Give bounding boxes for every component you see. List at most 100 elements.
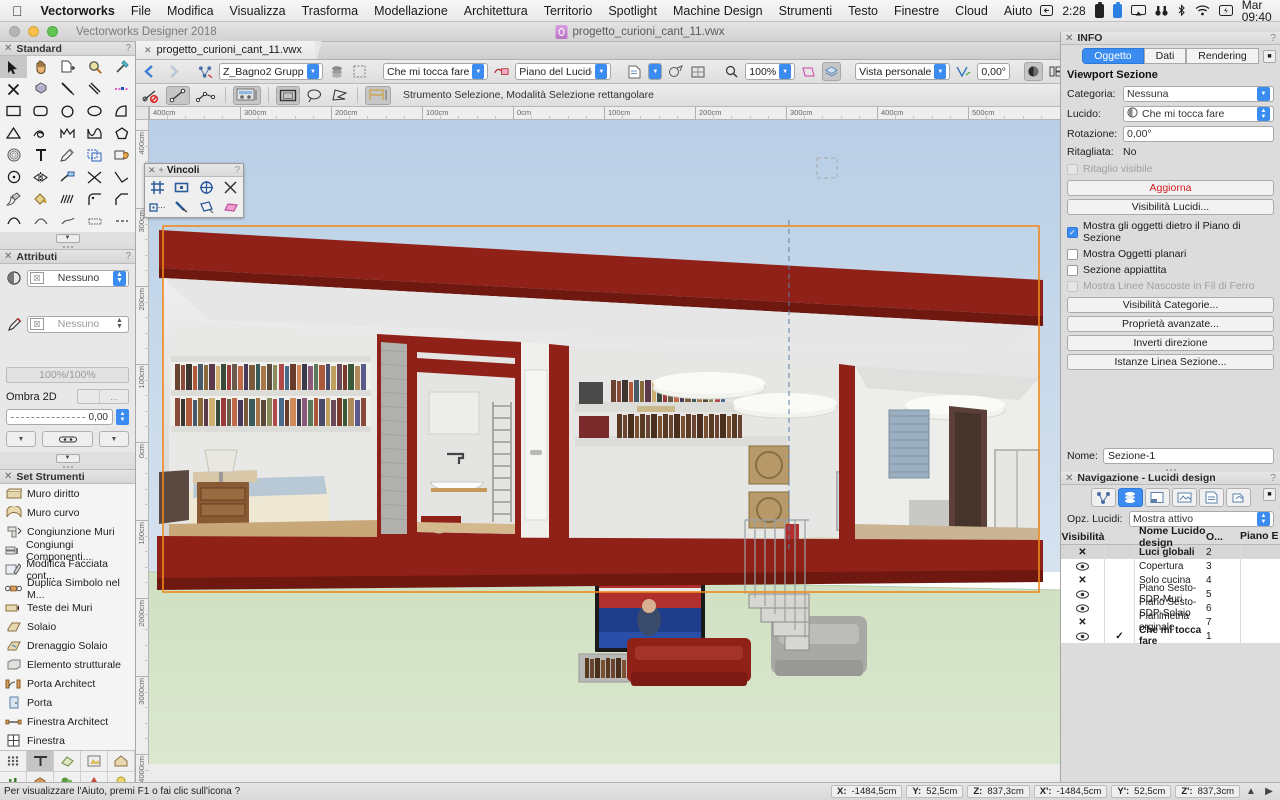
cross-dim-icon[interactable] (81, 166, 108, 188)
col-piano[interactable]: Piano E (1240, 530, 1280, 544)
maximize-window-button[interactable] (47, 26, 58, 37)
references-icon[interactable] (1225, 488, 1251, 507)
fit-page-icon[interactable] (689, 62, 708, 81)
sezione-appiattita-checkbox[interactable] (1067, 264, 1078, 276)
col-ordine[interactable]: O... (1206, 531, 1240, 543)
delete-x-icon[interactable] (0, 78, 27, 100)
radius-icon[interactable] (0, 166, 27, 188)
help-icon[interactable]: ? (234, 165, 240, 176)
sheet-layers-icon[interactable] (1144, 488, 1170, 507)
mostra-linee-nascoste-checkbox[interactable] (1067, 280, 1078, 292)
render-tools-icon[interactable] (81, 751, 108, 772)
chevron-updown-icon[interactable]: ▲ ▼ (1257, 512, 1270, 526)
site-tools-icon[interactable] (54, 751, 81, 772)
extra-4-icon[interactable] (108, 210, 135, 232)
planes-icon[interactable] (822, 62, 842, 81)
view-field[interactable]: Vista personale ▼ (855, 63, 951, 80)
opacity-value[interactable]: 100%/100% (6, 367, 129, 383)
page-icon[interactable] (350, 62, 369, 81)
extra-2-icon[interactable] (54, 210, 81, 232)
fillet-icon[interactable] (81, 188, 108, 210)
text-icon[interactable] (27, 144, 54, 166)
ritaglio-visibile-checkbox[interactable] (1067, 163, 1078, 175)
zoom-icon[interactable] (81, 56, 108, 78)
mostra-oggetti-planari-row[interactable]: Mostra Oggetti planari (1061, 246, 1280, 262)
rect-select-icon[interactable] (276, 85, 300, 105)
visibility-eye-icon[interactable] (1061, 601, 1105, 615)
menu-visualizza[interactable]: Visualizza (222, 0, 294, 22)
battery-icon[interactable] (1094, 1, 1104, 18)
design-layers-icon[interactable] (1117, 488, 1143, 507)
binoculars-icon[interactable] (1155, 5, 1168, 17)
group-nav-icon[interactable] (196, 62, 215, 81)
circle-icon[interactable] (54, 100, 81, 122)
aggiorna-button[interactable]: Aggiorna (1067, 180, 1274, 196)
battery-blue-icon[interactable] (1112, 1, 1122, 18)
menu-territorio[interactable]: Territorio (536, 0, 601, 22)
chevron-down-icon[interactable]: ▼ (55, 233, 80, 243)
menu-spotlight[interactable]: Spotlight (600, 0, 665, 22)
intersection-snap-icon[interactable] (219, 177, 244, 197)
coord-x-prime[interactable]: X': -1484,5cm (1033, 785, 1108, 798)
freehand-icon[interactable] (81, 122, 108, 144)
spiral-icon[interactable] (27, 122, 54, 144)
menu-modifica[interactable]: Modifica (159, 0, 222, 22)
shape-snap-icon[interactable] (194, 197, 219, 217)
vincoli-palette[interactable]: ✕ + Vincoli ? (144, 163, 244, 218)
spiral-2-icon[interactable] (0, 144, 27, 166)
pan-hand-icon[interactable] (27, 56, 54, 78)
close-window-button[interactable] (9, 26, 20, 37)
shadow-slider[interactable]: 0,00 (6, 409, 113, 425)
magnifier-icon[interactable] (722, 62, 741, 81)
palette-grip[interactable] (0, 464, 135, 469)
menu-vectorworks[interactable]: Vectorworks (33, 0, 123, 22)
grid-snap-icon[interactable] (145, 177, 170, 197)
perspective-icon[interactable] (799, 62, 818, 81)
power-icon[interactable] (1218, 5, 1233, 16)
menu-machine-design[interactable]: Machine Design (665, 0, 771, 22)
more-options-icon[interactable]: ■ (1263, 488, 1276, 501)
menu-file[interactable]: File (123, 0, 159, 22)
wifi-icon[interactable] (1195, 5, 1210, 16)
document-dropdown[interactable]: ▼ (648, 63, 663, 80)
col-nome-lucido[interactable]: Nome Lucido design (1135, 525, 1206, 549)
visibility-off-icon[interactable]: ✕ (1061, 615, 1105, 629)
classes-icon[interactable] (1090, 488, 1116, 507)
document-icon[interactable] (625, 62, 644, 81)
line-icon[interactable] (54, 78, 81, 100)
col-visibilita[interactable]: Visibilità (1061, 530, 1105, 544)
chevron-down-icon[interactable]: ▼ (55, 453, 80, 463)
group-field[interactable]: Z_Bagno2 Gruppo ▼ (219, 63, 323, 80)
chevron-updown-icon[interactable]: ▲ ▼ (1257, 107, 1270, 121)
menu-testo[interactable]: Testo (840, 0, 886, 22)
extra-3-icon[interactable] (81, 210, 108, 232)
curve-icon[interactable] (0, 210, 27, 232)
close-icon[interactable]: ✕ (4, 43, 12, 54)
layer-field[interactable]: Che mi tocca fare ▼ (383, 63, 489, 80)
pen-icon[interactable] (54, 144, 81, 166)
tab-rendering[interactable]: Rendering (1186, 48, 1259, 64)
mostra-oggetti-planari-checkbox[interactable] (1067, 248, 1078, 260)
menu-strumenti[interactable]: Strumenti (771, 0, 841, 22)
fill-icon[interactable] (6, 270, 22, 286)
quantity-stepper[interactable]: ▲ ▼ (116, 409, 129, 425)
dimension-icon[interactable] (54, 166, 81, 188)
clock-label[interactable]: Mar 09:40 (1242, 0, 1272, 23)
close-icon[interactable]: ✕ (4, 251, 12, 262)
no-snap-icon[interactable] (140, 86, 162, 105)
mostra-oggetti-dietro-row[interactable]: ✓ Mostra gli oggetti dietro il Piano di … (1061, 218, 1280, 246)
extra-1-icon[interactable] (27, 210, 54, 232)
help-icon[interactable]: ? (1270, 32, 1276, 44)
multi-snap-icon[interactable] (194, 86, 218, 105)
active-layer-checkmark[interactable] (1105, 587, 1135, 601)
name-input[interactable]: Sezione-1 (1102, 448, 1274, 464)
rotation-field[interactable]: 0,00° (977, 63, 1010, 80)
triangle-icon[interactable] (0, 122, 27, 144)
chevron-down-icon[interactable]: ▼ (649, 64, 662, 79)
chevron-updown-icon[interactable]: ▲ ▼ (113, 270, 126, 286)
pen-attr-icon[interactable] (6, 316, 22, 332)
class-icon[interactable] (492, 62, 511, 81)
tool-set-item-8[interactable]: Drenaggio Solaio (0, 636, 135, 655)
paint-bucket-icon[interactable] (27, 188, 54, 210)
timer-icon[interactable] (1040, 5, 1054, 16)
